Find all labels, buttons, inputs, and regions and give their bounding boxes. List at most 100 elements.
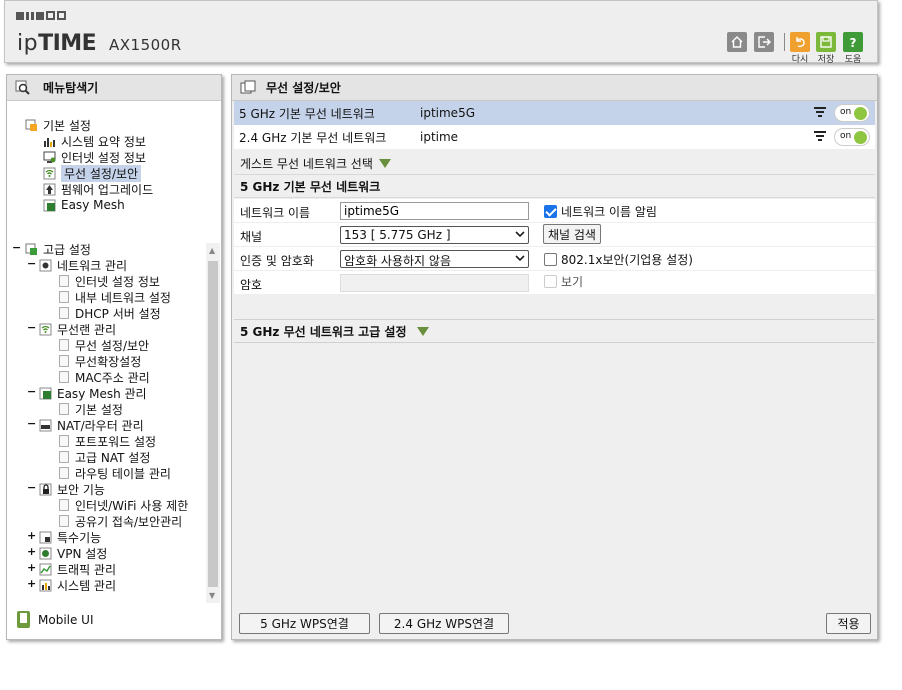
toggle-5ghz[interactable]: on <box>834 104 870 122</box>
expand-toggle[interactable]: + <box>27 529 36 542</box>
advanced-settings-toggle[interactable]: 5 GHz 무선 네트워크 고급 설정 <box>234 319 875 343</box>
tree-nat-router[interactable]: NAT/라우터 관리 <box>39 417 144 433</box>
page-icon <box>59 275 69 287</box>
monitor-icon <box>43 151 56 163</box>
tree-traffic[interactable]: 트래픽 관리 <box>39 561 116 577</box>
help-icon: ? <box>850 36 857 49</box>
tree-easy-mesh[interactable]: Easy Mesh <box>43 197 125 213</box>
tree-wireless-extend[interactable]: 무선확장설정 <box>59 353 141 369</box>
channel-select[interactable]: 153 [ 5.775 GHz ] <box>340 226 529 244</box>
password-input[interactable] <box>340 274 529 292</box>
tree-easymesh-manage[interactable]: Easy Mesh 관리 <box>39 385 147 401</box>
collapse-toggle[interactable]: − <box>27 417 36 430</box>
help-button[interactable]: ? <box>843 32 863 52</box>
home-button[interactable] <box>727 32 747 52</box>
upgrade-icon <box>43 183 56 195</box>
show-password-checkbox[interactable]: 보기 <box>544 273 583 290</box>
tree-port-forward[interactable]: 포트포워드 설정 <box>59 433 156 449</box>
filter-icon[interactable] <box>814 131 826 142</box>
tree-dhcp-server[interactable]: DHCP 서버 설정 <box>59 305 161 321</box>
header-bar: ipTIME AX1500R 다시 저장 ? 도움 <box>4 0 878 65</box>
home-icon <box>731 36 743 48</box>
restart-button[interactable] <box>790 32 810 52</box>
collapse-toggle[interactable]: − <box>27 257 36 270</box>
magnifier-icon <box>15 80 30 95</box>
collapse-toggle[interactable]: − <box>27 481 36 494</box>
tree-wireless-security[interactable]: 무선 설정/보안 <box>43 164 142 182</box>
tree-special-features[interactable]: 특수기능 <box>39 529 101 545</box>
logout-button[interactable] <box>754 32 774 52</box>
page-icon <box>59 291 69 303</box>
tree-internet-restrict[interactable]: 인터넷/WiFi 사용 제한 <box>59 497 188 513</box>
tree-wireless-manage[interactable]: 무선랜 관리 <box>39 321 116 337</box>
tree-routing-table[interactable]: 라우팅 테이블 관리 <box>59 465 171 481</box>
collapse-toggle[interactable]: − <box>27 385 36 398</box>
tree-firmware-upgrade[interactable]: 펌웨어 업그레이드 <box>43 181 153 197</box>
broadcast-ssid-checkbox[interactable]: 네트워크 이름 알림 <box>544 203 657 220</box>
tree-mac-manage[interactable]: MAC주소 관리 <box>59 369 150 385</box>
auth-select[interactable]: 암호화 사용하지 않음 <box>340 250 529 268</box>
tree-security[interactable]: 보안 기능 <box>39 481 105 497</box>
tree-wireless-security[interactable]: 무선 설정/보안 <box>59 337 149 353</box>
tree-network-manage[interactable]: 네트워크 관리 <box>39 257 127 273</box>
help-label: 도움 <box>844 55 862 65</box>
enterprise-security-checkbox[interactable]: 802.1x보안(기업용 설정) <box>544 251 693 268</box>
guest-network-select[interactable]: 게스트 무선 네트워크 선택 <box>240 155 391 172</box>
expand-toggle[interactable]: + <box>27 545 36 558</box>
scroll-thumb[interactable] <box>208 261 218 587</box>
network-row-5ghz[interactable]: 5 GHz 기본 무선 네트워크 iptime5G on <box>234 101 875 125</box>
exit-icon <box>758 36 771 48</box>
router-icon <box>39 419 52 431</box>
wireless-settings-panel: 무선 설정/보안 5 GHz 기본 무선 네트워크 iptime5G on 2.… <box>231 74 878 640</box>
wps-5ghz-button[interactable]: 5 GHz WPS연결 <box>239 613 370 634</box>
page-icon <box>59 451 69 463</box>
mesh-icon <box>43 199 56 211</box>
tree-advanced-nat[interactable]: 고급 NAT 설정 <box>59 449 150 465</box>
expand-triangle-icon <box>416 326 429 336</box>
collapse-toggle[interactable]: − <box>12 241 21 254</box>
expand-toggle[interactable]: + <box>27 577 36 590</box>
scroll-up-icon[interactable]: ▲ <box>209 246 215 255</box>
menu-explorer-panel: 메뉴탐색기 기본 설정 시스템 요약 정보 인터넷 설정 정보 무선 설정/보안… <box>6 74 222 640</box>
tree-system-manage[interactable]: 시스템 관리 <box>39 577 116 593</box>
save-label: 저장 <box>817 55 835 65</box>
tree-internet-info[interactable]: 인터넷 설정 정보 <box>43 149 146 165</box>
expand-toggle[interactable]: + <box>27 561 36 574</box>
traffic-icon <box>39 563 52 575</box>
tree-system-summary[interactable]: 시스템 요약 정보 <box>43 133 146 149</box>
mobile-ui-link[interactable]: Mobile UI <box>17 611 94 628</box>
form-row-channel: 채널 153 [ 5.775 GHz ] 채널 검색 <box>234 223 875 247</box>
tree-advanced-settings[interactable]: 고급 설정 <box>25 241 91 257</box>
filter-icon[interactable] <box>814 107 826 118</box>
apply-button[interactable]: 적용 <box>826 613 871 634</box>
vpn-icon <box>39 547 52 559</box>
channel-search-button[interactable]: 채널 검색 <box>543 224 601 244</box>
chevron-down-icon <box>515 231 525 238</box>
tree-lan-settings[interactable]: 내부 네트워크 설정 <box>59 289 171 305</box>
network-row-24ghz[interactable]: 2.4 GHz 기본 무선 네트워크 iptime on <box>234 125 875 149</box>
wps-24ghz-button[interactable]: 2.4 GHz WPS연결 <box>379 613 509 634</box>
tree-internet-info[interactable]: 인터넷 설정 정보 <box>59 273 160 289</box>
network-form: 네트워크 이름 네트워크 이름 알림 채널 153 [ 5.775 GHz ] … <box>234 199 875 294</box>
chart-icon <box>44 137 55 147</box>
folder-settings-icon <box>25 119 37 131</box>
page-icon <box>59 435 69 447</box>
page-icon <box>59 515 69 527</box>
ssid-input[interactable] <box>340 202 529 220</box>
tree-scrollbar[interactable]: ▲ ▼ <box>206 243 220 603</box>
form-row-password: 암호 보기 <box>240 273 584 292</box>
toggle-24ghz[interactable]: on <box>834 128 870 146</box>
save-button[interactable] <box>816 32 836 52</box>
tree-mesh-basic[interactable]: 기본 설정 <box>59 401 123 417</box>
collapse-toggle[interactable]: − <box>27 321 36 334</box>
page-icon <box>59 339 69 351</box>
form-row-ssid: 네트워크 이름 네트워크 이름 알림 <box>234 199 875 223</box>
model-name: AX1500R <box>109 36 182 54</box>
phone-icon <box>17 611 30 628</box>
tree-vpn[interactable]: VPN 설정 <box>39 545 107 561</box>
tree-access-security[interactable]: 공유기 접속/보안관리 <box>59 513 182 529</box>
header-divider <box>784 33 785 51</box>
brand-logo: ipTIME <box>17 31 97 56</box>
tree-basic-settings[interactable]: 기본 설정 <box>25 117 91 133</box>
scroll-down-icon[interactable]: ▼ <box>209 591 215 600</box>
